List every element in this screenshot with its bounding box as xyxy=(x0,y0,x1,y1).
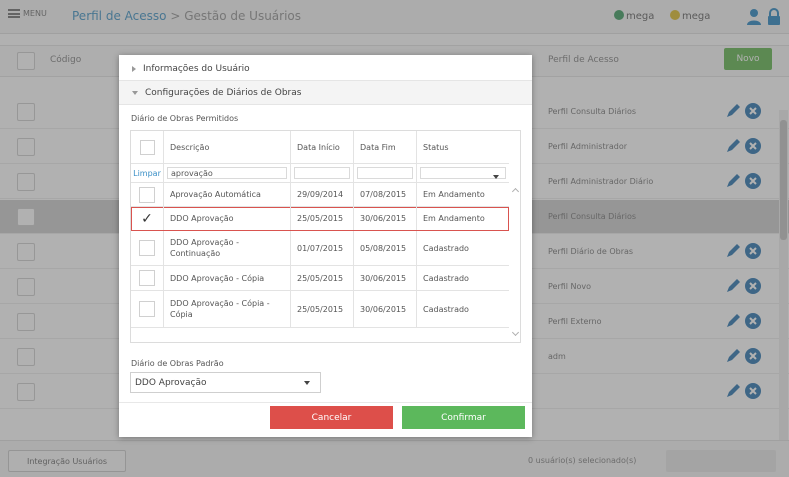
diarios-grid: Descrição Data Início Data Fim Status Li… xyxy=(130,130,521,343)
cell-data-inicio: 25/05/2015 xyxy=(291,207,354,230)
grid-row[interactable]: Aprovação Automática 29/09/2014 07/08/2015… xyxy=(131,183,509,207)
cell-status: Em Andamento xyxy=(423,214,485,223)
default-diario-label: Diário de Obras Padrão xyxy=(131,359,224,368)
row-check-cell xyxy=(131,231,164,265)
caret-down-icon xyxy=(493,175,499,179)
cell-status: Cadastrado xyxy=(423,243,469,253)
cell-descricao: DDO Aprovação - Cópia xyxy=(164,266,291,290)
row-check-cell xyxy=(131,291,164,327)
grid-row[interactable]: ✓ DDO Aprovação 25/05/2015 30/06/2015 Em And… xyxy=(131,207,509,231)
default-diario-select[interactable]: DDO Aprovação xyxy=(130,372,321,393)
clear-filter-link[interactable]: Limpar xyxy=(131,164,164,182)
cell-status: Cadastrado xyxy=(423,304,469,314)
cell-status: Em Andamento xyxy=(423,190,485,199)
cell-data-fim: 30/06/2015 xyxy=(354,266,417,290)
filter-status-select[interactable] xyxy=(420,167,506,179)
row-checkbox[interactable] xyxy=(139,301,155,317)
cell-status: Cadastrado xyxy=(423,273,469,283)
confirm-button[interactable]: Confirmar xyxy=(402,406,525,429)
row-check-cell xyxy=(131,266,164,290)
modal-footer-divider xyxy=(119,402,532,403)
column-header-descricao[interactable]: Descrição xyxy=(164,131,291,163)
filter-data-fim-input[interactable] xyxy=(357,167,413,179)
row-checkbox[interactable] xyxy=(139,240,155,256)
cell-data-inicio: 25/05/2015 xyxy=(291,291,354,327)
row-checkbox[interactable] xyxy=(139,270,155,286)
cell-data-fim: 05/08/2015 xyxy=(354,231,417,265)
grid-header-row: Descrição Data Início Data Fim Status xyxy=(131,131,509,164)
row-check-cell xyxy=(131,183,164,206)
grid-row[interactable]: DDO Aprovação - Cópia - Cópia 25/05/2015 3… xyxy=(131,291,509,328)
filter-data-inicio-input[interactable] xyxy=(294,167,350,179)
cancel-button[interactable]: Cancelar xyxy=(270,406,393,429)
accordion-user-info[interactable]: Informações do Usuário xyxy=(119,57,532,81)
cell-data-fim: 07/08/2015 xyxy=(354,183,417,206)
caret-down-icon xyxy=(304,381,310,385)
cell-data-fim: 30/06/2015 xyxy=(354,291,417,327)
grid-header-check-cell xyxy=(131,131,164,163)
cell-descricao: DDO Aprovação - Continuação xyxy=(164,231,291,265)
grid-title: Diário de Obras Permitidos xyxy=(131,114,239,123)
filter-cell-descricao: aprovação xyxy=(164,164,291,182)
chevron-down-icon xyxy=(132,90,138,95)
cell-data-inicio: 01/07/2015 xyxy=(291,231,354,265)
scroll-down-icon[interactable] xyxy=(511,328,520,337)
filter-descricao-input[interactable]: aprovação xyxy=(167,167,287,179)
filter-cell-status xyxy=(417,164,509,182)
row-checkbox[interactable] xyxy=(139,186,155,203)
grid-row[interactable]: DDO Aprovação - Continuação 01/07/2015 05/… xyxy=(131,231,509,266)
grid-scrollbar[interactable] xyxy=(510,183,520,342)
column-header-data-fim[interactable]: Data Fim xyxy=(354,131,417,163)
filter-cell-data-inicio xyxy=(291,164,354,182)
scroll-up-icon[interactable] xyxy=(511,187,520,196)
cell-descricao: DDO Aprovação - Cópia - Cópia xyxy=(164,291,291,327)
chevron-right-icon xyxy=(132,65,136,72)
filter-cell-data-fim xyxy=(354,164,417,182)
accordion-config-diarios[interactable]: Configurações de Diários de Obras xyxy=(119,81,532,105)
accordion-config-label: Configurações de Diários de Obras xyxy=(145,87,302,98)
cell-data-fim: 30/06/2015 xyxy=(354,207,417,230)
grid-filter-row: Limpar aprovação xyxy=(131,164,509,183)
cell-data-inicio: 29/09/2014 xyxy=(291,183,354,206)
default-diario-value: DDO Aprovação xyxy=(135,377,207,388)
cell-descricao: Aprovação Automática xyxy=(164,183,291,206)
accordion-user-info-label: Informações do Usuário xyxy=(143,63,250,74)
grid-row[interactable]: DDO Aprovação - Cópia 25/05/2015 30/06/201… xyxy=(131,266,509,291)
checkmark-icon[interactable]: ✓ xyxy=(141,212,153,226)
cell-descricao: DDO Aprovação xyxy=(164,207,291,230)
select-all-checkbox[interactable] xyxy=(139,139,155,155)
cell-data-inicio: 25/05/2015 xyxy=(291,266,354,290)
user-config-modal: Informações do Usuário Configurações de … xyxy=(119,55,532,437)
column-header-status[interactable]: Status xyxy=(417,131,509,163)
row-check-cell: ✓ xyxy=(131,207,164,230)
column-header-data-inicio[interactable]: Data Início xyxy=(291,131,354,163)
